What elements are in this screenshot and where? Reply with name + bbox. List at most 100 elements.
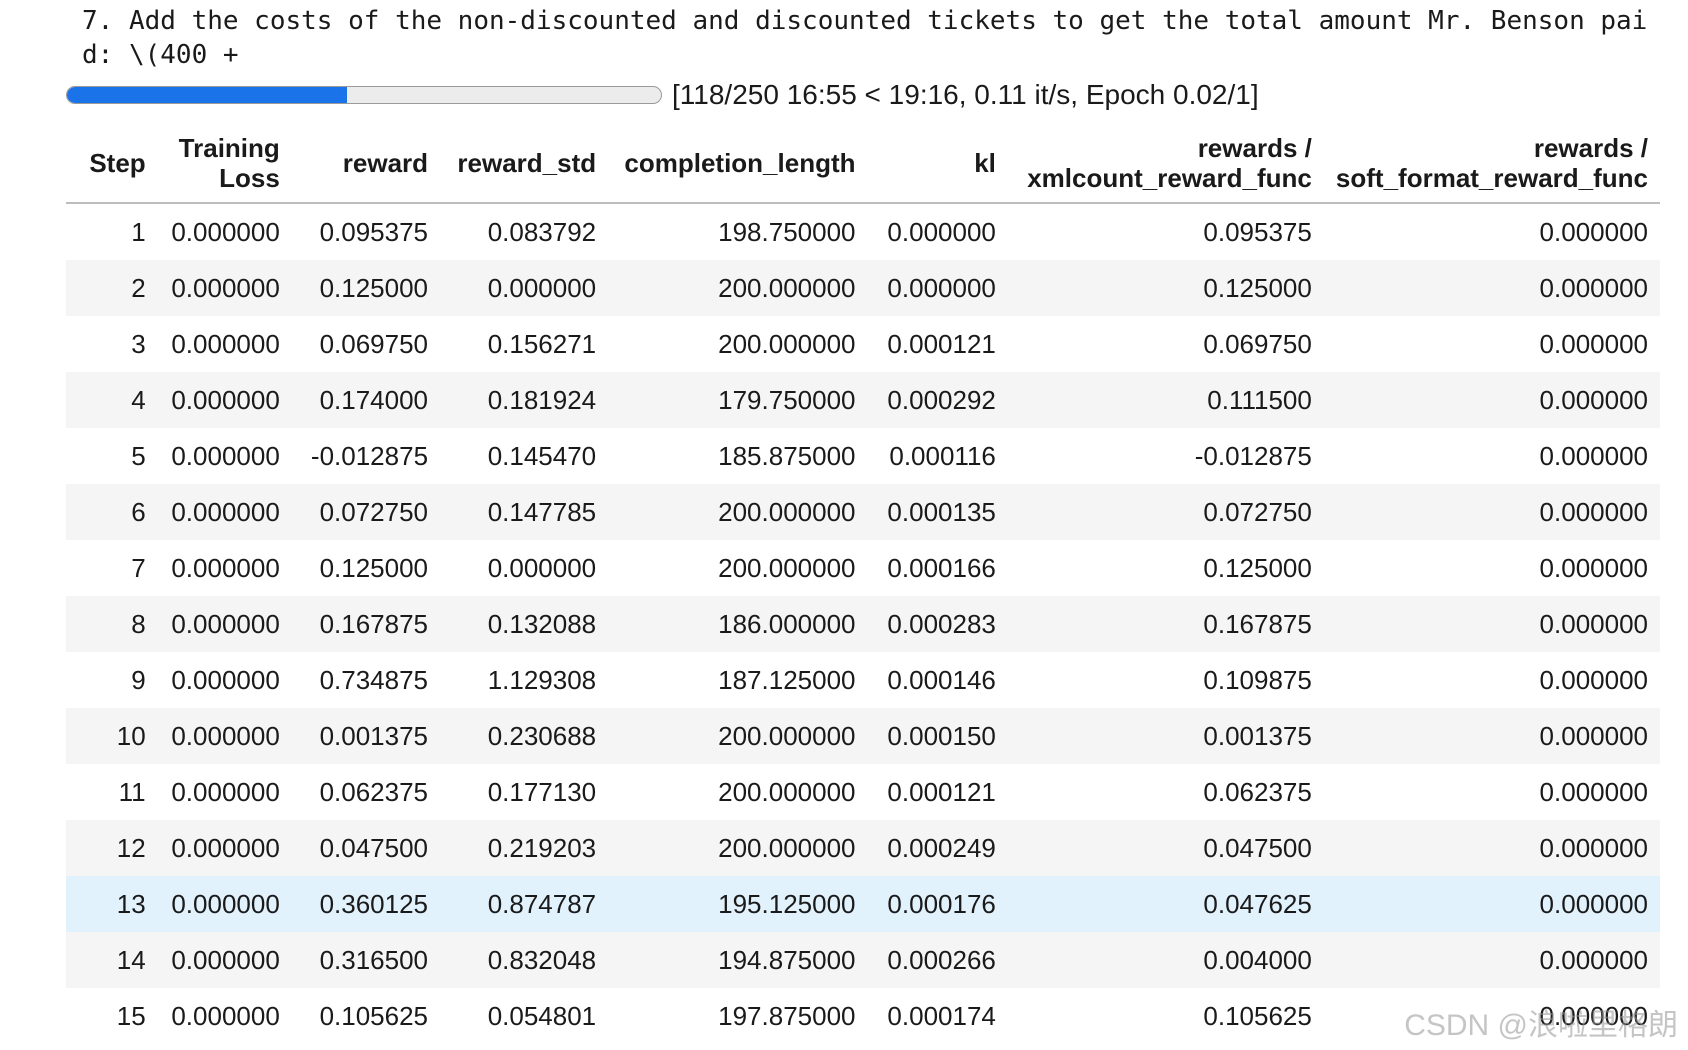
cell-loss: 0.000000 <box>171 608 280 639</box>
cell-reward-std: 0.181924 <box>487 384 597 415</box>
cell-soft: 0.000000 <box>1539 664 1648 695</box>
cell-soft: 0.000000 <box>1539 440 1648 471</box>
cell-step: 4 <box>131 384 146 415</box>
cell-reward: 0.360125 <box>319 888 429 919</box>
cell-completion-length: 200.000000 <box>718 776 856 807</box>
cell-loss: 0.000000 <box>171 496 280 527</box>
cell-reward: 0.125000 <box>319 552 429 583</box>
cell-reward: 0.174000 <box>319 384 429 415</box>
cell-reward-std: 0.230688 <box>487 720 597 751</box>
cell-soft: 0.000000 <box>1539 720 1648 751</box>
cell-reward: -0.012875 <box>310 440 429 471</box>
header-xmlcount-reward: rewards / xmlcount_reward_func <box>1007 124 1324 204</box>
header-reward: reward <box>291 124 441 204</box>
cell-reward-std: 0.000000 <box>487 272 597 303</box>
cell-loss: 0.000000 <box>171 384 280 415</box>
cell-step: 12 <box>116 832 146 863</box>
cell-kl: 0.000135 <box>887 496 996 527</box>
cell-reward: 0.125000 <box>319 272 429 303</box>
table-header: Step Training Loss reward reward_std comp… <box>66 124 1660 204</box>
cell-completion-length: 200.000000 <box>718 832 856 863</box>
cell-kl: 0.000292 <box>887 384 996 415</box>
cell-output-text: 7. Add the costs of the non-discounted a… <box>82 4 1682 72</box>
table-row: 5 0.000000 -0.012875 0.145470 185.875000 0.00… <box>66 428 1660 484</box>
cell-kl: 0.000176 <box>887 888 996 919</box>
cell-step: 9 <box>131 664 146 695</box>
cell-xml: 0.072750 <box>1203 496 1312 527</box>
output-line-2: d: \(400 + <box>82 40 239 70</box>
cell-xml: 0.111500 <box>1207 384 1312 415</box>
cell-reward: 0.734875 <box>319 664 429 695</box>
cell-completion-length: 200.000000 <box>718 552 856 583</box>
header-row: Step Training Loss reward reward_std comp… <box>66 124 1660 204</box>
cell-xml: 0.047500 <box>1203 832 1312 863</box>
cell-step: 10 <box>116 720 146 751</box>
cell-xml: 0.105625 <box>1203 1000 1312 1031</box>
cell-loss: 0.000000 <box>171 440 280 471</box>
table-row: 10 0.000000 0.001375 0.230688 200.000000 0.00… <box>66 708 1660 764</box>
cell-reward-std: 0.177130 <box>487 776 597 807</box>
cell-step: 8 <box>131 608 146 639</box>
cell-soft: 0.000000 <box>1539 776 1648 807</box>
header-training-loss: Training Loss <box>157 124 292 204</box>
cell-xml: 0.109875 <box>1203 664 1312 695</box>
cell-completion-length: 197.875000 <box>718 1000 856 1031</box>
cell-kl: 0.000121 <box>887 328 996 359</box>
cell-loss: 0.000000 <box>171 216 280 247</box>
header-step: Step <box>66 124 158 204</box>
table-row: 11 0.000000 0.062375 0.177130 200.000000 0.00… <box>66 764 1660 820</box>
cell-kl: 0.000000 <box>887 216 996 247</box>
cell-step: 15 <box>116 1000 146 1031</box>
table-row: 9 0.000000 0.734875 1.129308 187.125000 0.000… <box>66 652 1660 708</box>
cell-xml: 0.004000 <box>1203 944 1312 975</box>
cell-reward: 0.105625 <box>319 1000 429 1031</box>
progress-bar <box>66 86 662 104</box>
cell-completion-length: 200.000000 <box>718 272 856 303</box>
cell-soft: 0.000000 <box>1539 552 1648 583</box>
output-line-1: 7. Add the costs of the non-discounted a… <box>82 6 1648 36</box>
cell-reward: 0.095375 <box>319 216 429 247</box>
cell-soft: 0.000000 <box>1539 944 1648 975</box>
cell-xml: 0.001375 <box>1203 720 1312 751</box>
cell-xml: 0.095375 <box>1203 216 1312 247</box>
cell-loss: 0.000000 <box>171 1000 280 1031</box>
cell-kl: 0.000174 <box>887 1000 996 1031</box>
cell-xml: 0.047625 <box>1203 888 1312 919</box>
cell-completion-length: 198.750000 <box>718 216 856 247</box>
cell-loss: 0.000000 <box>171 328 280 359</box>
cell-step: 14 <box>116 944 146 975</box>
cell-soft: 0.000000 <box>1539 496 1648 527</box>
cell-loss: 0.000000 <box>171 664 280 695</box>
cell-soft: 0.000000 <box>1539 608 1648 639</box>
cell-completion-length: 185.875000 <box>718 440 856 471</box>
cell-loss: 0.000000 <box>171 720 280 751</box>
cell-reward-std: 1.129308 <box>487 664 597 695</box>
cell-reward-std: 0.145470 <box>487 440 597 471</box>
cell-reward-std: 0.219203 <box>487 832 597 863</box>
cell-soft: 0.000000 <box>1539 272 1648 303</box>
cell-xml: -0.012875 <box>1194 440 1312 471</box>
cell-kl: 0.000121 <box>887 776 996 807</box>
cell-loss: 0.000000 <box>171 888 280 919</box>
training-metrics-table: Step Training Loss reward reward_std comp… <box>66 124 1660 1044</box>
cell-completion-length: 200.000000 <box>718 328 856 359</box>
cell-reward: 0.167875 <box>319 608 429 639</box>
cell-step: 13 <box>116 888 146 919</box>
table-row: 6 0.000000 0.072750 0.147785 200.000000 0.000… <box>66 484 1660 540</box>
cell-step: 11 <box>118 776 146 807</box>
progress-bar-fill <box>67 87 348 103</box>
table-row: 7 0.000000 0.125000 0.000000 200.000000 0.000… <box>66 540 1660 596</box>
header-reward-std: reward_std <box>440 124 609 204</box>
header-training-loss-line2: Loss <box>219 163 280 193</box>
cell-completion-length: 187.125000 <box>718 664 856 695</box>
cell-step: 1 <box>131 216 146 247</box>
cell-completion-length: 179.750000 <box>718 384 856 415</box>
header-training-loss-line1: Training <box>178 133 280 163</box>
training-metrics-table-container: Step Training Loss reward reward_std comp… <box>66 124 1660 1050</box>
progress-status-text: [118/250 16:55 < 19:16, 0.11 it/s, Epoch… <box>672 79 1259 110</box>
table-body: 1 0.000000 0.095375 0.083792 198.750000 0.000… <box>66 203 1660 1044</box>
header-kl: kl <box>867 124 1008 204</box>
cell-soft: 0.000000 <box>1539 384 1648 415</box>
cell-loss: 0.000000 <box>171 552 280 583</box>
cell-xml: 0.062375 <box>1203 776 1312 807</box>
